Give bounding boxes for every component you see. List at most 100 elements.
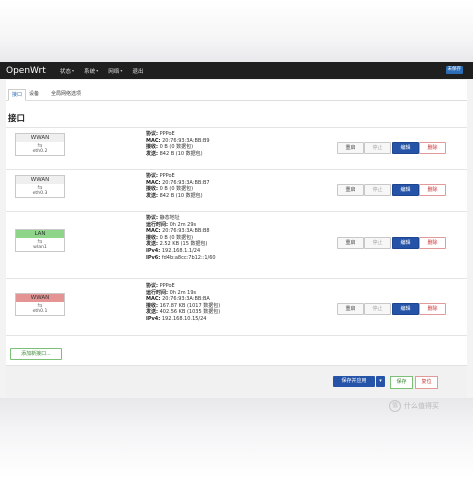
info-value: 静态地址	[158, 215, 180, 221]
info-line: 协议: PPPoE	[146, 131, 210, 138]
unsaved-changes-badge[interactable]: 未保存	[445, 66, 463, 74]
info-key: 协议:	[146, 131, 158, 137]
row-divider	[6, 335, 467, 336]
save-button[interactable]: 保存	[390, 376, 413, 389]
delete-button[interactable]: 删除	[419, 237, 446, 249]
info-value: 0h 2m 19s	[168, 289, 197, 296]
interface-info: 协议: PPPoE MAC: 20:76:93:3A:BB:B7 接收: 0 B…	[146, 173, 210, 199]
info-key: 发送:	[146, 192, 158, 199]
info-line: IPv6: fd4b:a8cc:7b12::1/60	[146, 255, 216, 262]
row-divider	[6, 169, 467, 170]
info-value: 20:76:93:3A:BB:B8	[160, 228, 210, 235]
info-key: IPv4:	[146, 247, 161, 254]
delete-button[interactable]: 删除	[419, 184, 446, 196]
chevron-down-icon: ▾	[71, 68, 74, 73]
ethernet-port-icon: ⇆	[37, 302, 43, 309]
edit-button[interactable]: 编辑	[392, 303, 419, 315]
info-value: 20:76:93:3A:BB:B9	[160, 137, 210, 144]
info-value: fd4b:a8cc:7b12::1/60	[160, 254, 216, 261]
menu-system-label: 系统	[83, 68, 96, 75]
main-content: 接口 设备 全局网络选项 接口 WWAN ⇆ eth0.2 协议: PPPoE …	[6, 80, 467, 399]
info-value: 2.52 KB (15 数据包)	[158, 241, 208, 248]
info-key: 协议:	[146, 215, 158, 221]
interface-name: LAN	[16, 230, 64, 238]
restart-button[interactable]: 重启	[337, 237, 364, 249]
delete-button[interactable]: 删除	[419, 303, 446, 315]
menu-logout-label: 退出	[132, 68, 144, 75]
info-value: 0 B (0 数据包)	[158, 144, 194, 151]
info-value: 192.168.1.1/24	[160, 247, 201, 254]
ethernet-port-icon: ⇆	[37, 184, 43, 191]
info-value: 402.56 KB (1035 数据包)	[158, 309, 221, 316]
info-key: 接收:	[146, 186, 158, 193]
form-actions-bar: 保存并应用 ▾ 保存 复位	[6, 365, 467, 399]
info-line: IPv4: 192.168.10.15/24	[146, 316, 220, 323]
info-line: 运行时间: 0h 2m 19s	[146, 290, 220, 297]
info-line: 接收: 0 B (0 数据包)	[146, 144, 210, 151]
wireless-icon: ⇆	[37, 238, 43, 245]
stop-button[interactable]: 停止	[364, 303, 391, 315]
stop-button[interactable]: 停止	[364, 142, 391, 154]
info-key: MAC:	[146, 228, 161, 235]
add-interface-button[interactable]: 添加新接口...	[10, 348, 62, 360]
menu-network[interactable]: 网络 ▾	[108, 67, 122, 75]
info-value: 842 B (10 数据包)	[158, 192, 203, 199]
tab-devices[interactable]: 设备	[26, 89, 42, 99]
restart-button[interactable]: 重启	[337, 142, 364, 154]
tab-bar: 接口 设备 全局网络选项	[6, 88, 467, 101]
info-key: 运行时间:	[146, 221, 168, 228]
info-value: PPPoE	[158, 173, 175, 179]
info-key: 运行时间:	[146, 289, 168, 296]
info-line: 接收: 0 B (0 数据包)	[146, 186, 210, 193]
edit-button[interactable]: 编辑	[392, 237, 419, 249]
interface-device: eth0.3	[32, 191, 48, 196]
top-blurred-area	[0, 0, 473, 62]
interface-info: 协议: 静态地址 运行时间: 0h 2m 29s MAC: 20:76:93:3…	[146, 215, 216, 261]
ethernet-port-icon: ⇆	[37, 142, 43, 149]
reset-button[interactable]: 复位	[415, 376, 438, 389]
interface-device: wlan1	[33, 245, 47, 250]
tab-interfaces[interactable]: 接口	[8, 89, 27, 101]
tab-global-options[interactable]: 全局网络选项	[48, 89, 84, 99]
save-and-apply-button[interactable]: 保存并应用	[333, 376, 375, 387]
restart-button[interactable]: 重启	[337, 184, 364, 196]
interface-device: eth0.1	[32, 309, 48, 314]
info-key: MAC:	[146, 137, 161, 144]
info-key: 协议:	[146, 173, 158, 179]
info-key: IPv6:	[146, 254, 161, 261]
info-line: 运行时间: 0h 2m 29s	[146, 222, 216, 229]
info-key: 接收:	[146, 234, 158, 241]
restart-button[interactable]: 重启	[337, 303, 364, 315]
info-key: 接收:	[146, 302, 158, 309]
interface-name: WWAN	[16, 294, 64, 302]
chevron-down-icon: ▾	[120, 68, 123, 73]
interface-info: 协议: PPPoE 运行时间: 0h 2m 19s MAC: 20:76:93:…	[146, 283, 220, 323]
edit-button[interactable]: 编辑	[392, 142, 419, 154]
menu-logout[interactable]: 退出	[132, 67, 143, 75]
info-key: 发送:	[146, 150, 158, 157]
interface-device: eth0.2	[32, 149, 48, 154]
info-line: MAC: 20:76:93:3A:BB:B8	[146, 228, 216, 235]
info-line: 发送: 402.56 KB (1035 数据包)	[146, 309, 220, 316]
info-value: 20:76:93:3A:BB:BA	[160, 296, 210, 303]
info-line: 协议: 静态地址	[146, 215, 216, 222]
info-value: PPPoE	[158, 131, 175, 137]
stop-button[interactable]: 停止	[364, 237, 391, 249]
chevron-down-icon: ▾	[379, 378, 382, 384]
info-value: 0h 2m 29s	[168, 221, 197, 228]
delete-button[interactable]: 删除	[419, 142, 446, 154]
info-key: 接收:	[146, 144, 158, 151]
watermark-text: 什么值得买	[404, 402, 439, 410]
brand-logo[interactable]: OpenWrt	[6, 66, 46, 76]
info-value: 20:76:93:3A:BB:B7	[160, 179, 210, 186]
menu-system[interactable]: 系统 ▾	[84, 67, 98, 75]
watermark-logo-icon: 值	[389, 400, 401, 412]
edit-button[interactable]: 编辑	[392, 184, 419, 196]
info-key: 发送:	[146, 241, 158, 248]
info-line: IPv4: 192.168.1.1/24	[146, 248, 216, 255]
stop-button[interactable]: 停止	[364, 184, 391, 196]
menu-status[interactable]: 状态 ▾	[60, 67, 74, 75]
info-key: 发送:	[146, 309, 158, 316]
page-title: 接口	[8, 114, 26, 124]
save-apply-dropdown-toggle[interactable]: ▾	[376, 376, 385, 387]
